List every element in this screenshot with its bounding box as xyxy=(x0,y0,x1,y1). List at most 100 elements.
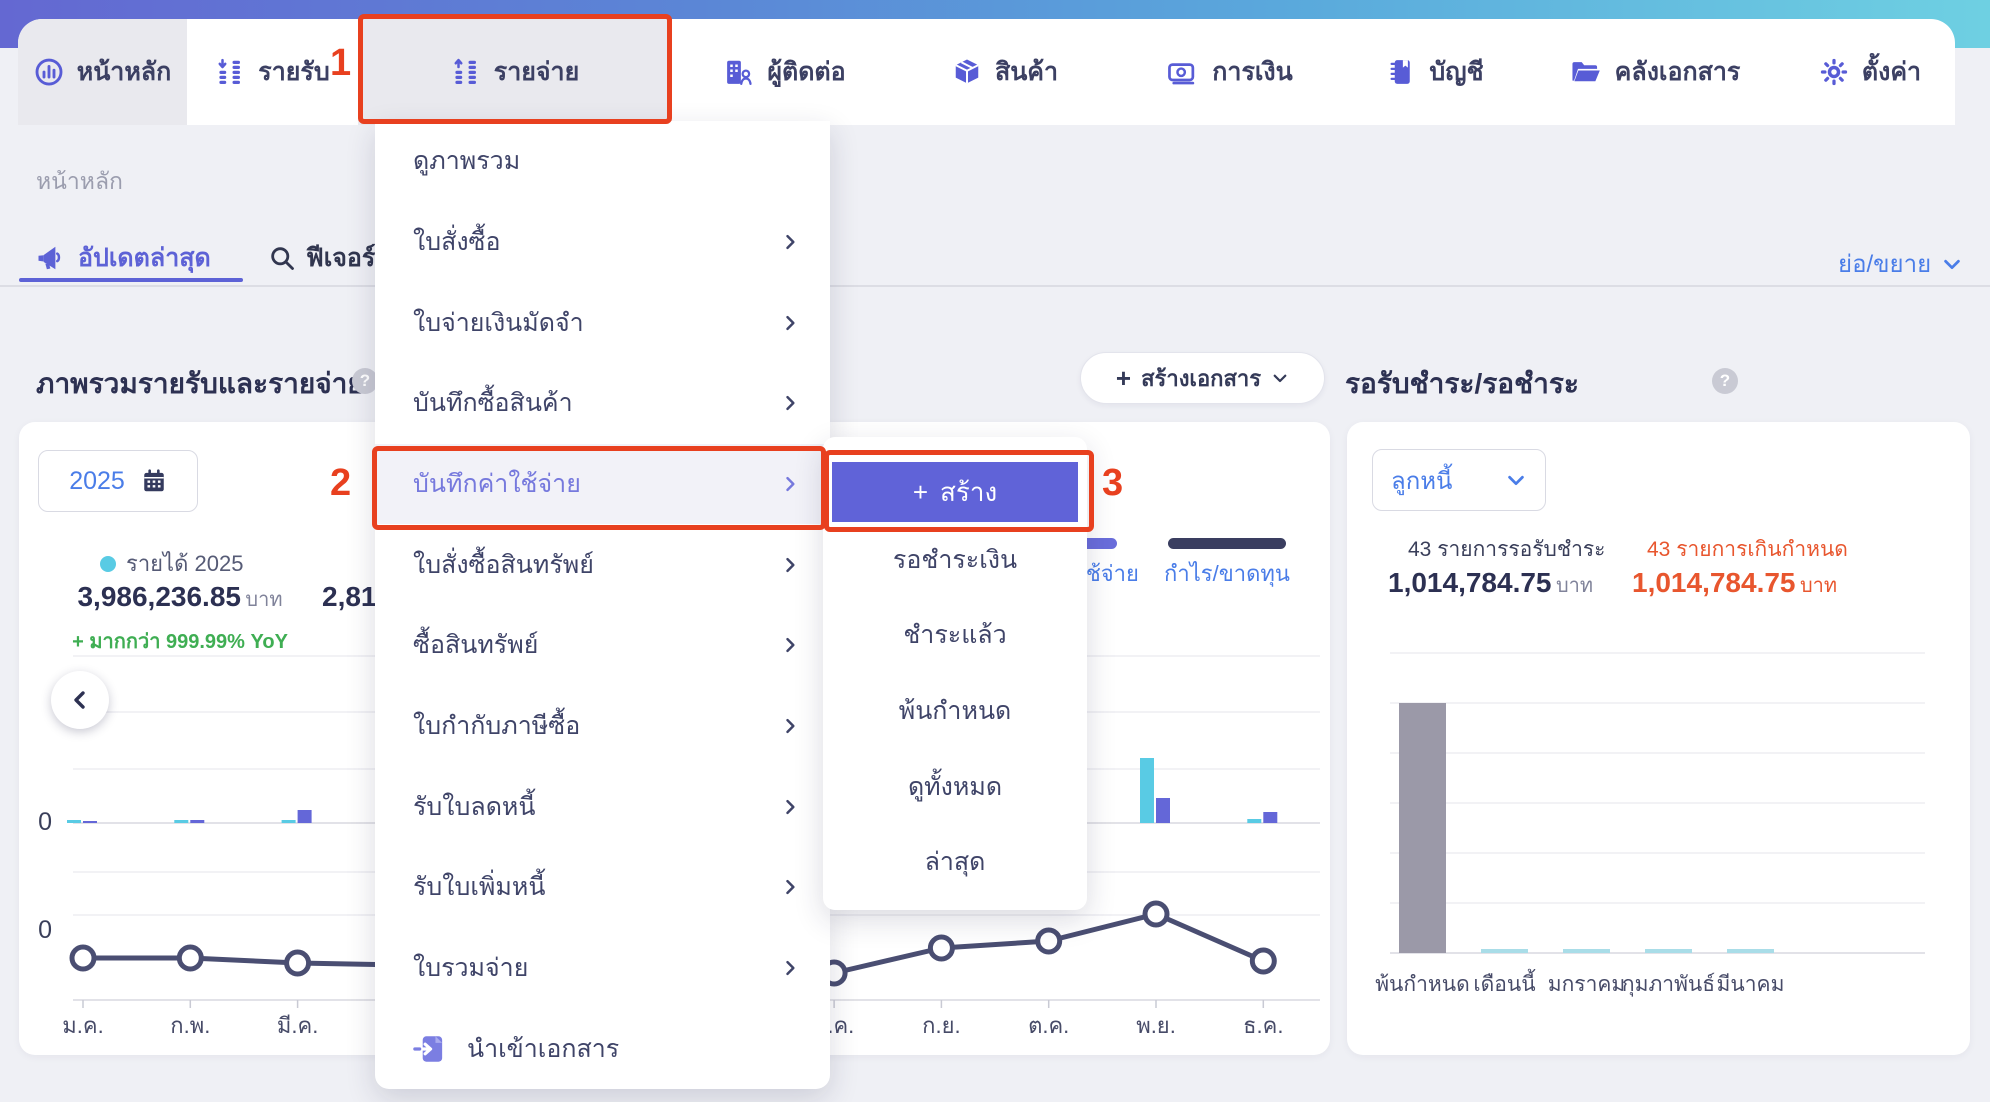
menu-item-label: ใบสั่งซื้อสินทรัพย์ xyxy=(413,550,594,579)
income-total: 3,986,236.85 บาท xyxy=(77,581,283,612)
tab-latest-updates[interactable]: อัปเดตล่าสุด xyxy=(36,238,211,278)
nav-tab-label: สินค้า xyxy=(994,58,1059,86)
chevron-left-icon xyxy=(68,688,92,712)
chevron-right-icon xyxy=(780,958,800,978)
menu-item-label: ใบกำกับภาษีซื้อ xyxy=(413,712,581,741)
chevron-right-icon xyxy=(780,313,800,333)
menu-item-label: ใบสั่งซื้อ xyxy=(413,228,501,256)
menu-item-label: บันทึกค่าใช้จ่าย xyxy=(413,470,581,499)
import-icon xyxy=(413,1033,447,1065)
overdue-count-label: 43 รายการเกินกำหนด xyxy=(1647,538,1848,561)
annotation-number-step3: 3 xyxy=(1102,462,1124,504)
legend-toggle-profit[interactable]: กำไร/ขาดทุน xyxy=(1162,538,1292,591)
plus-icon: + xyxy=(1115,363,1132,393)
contacts-icon xyxy=(724,57,754,87)
receivables-help-icon[interactable]: ? xyxy=(1712,368,1738,394)
submenu-create-button[interactable]: + สร้าง xyxy=(832,462,1078,522)
menu-item-label: บันทึกซื้อสินค้า xyxy=(413,389,573,418)
nav-tab-6[interactable]: บัญชี xyxy=(1360,19,1510,125)
nav-tab-label: หน้าหลัก xyxy=(76,58,172,86)
annotation-number-step1: 1 xyxy=(330,42,352,84)
menu-item-label: รับใบเพิ่มหนี้ xyxy=(413,873,546,902)
chevron-right-icon xyxy=(780,635,800,655)
debtor-filter-select[interactable]: ลูกหนี้ xyxy=(1372,449,1546,511)
ledger-icon xyxy=(1386,57,1416,87)
income-icon xyxy=(215,57,245,87)
submenu-item-1[interactable]: ชำระแล้ว xyxy=(832,598,1078,674)
dashboard-icon xyxy=(34,57,64,87)
submenu-item-2[interactable]: พ้นกำหนด xyxy=(832,673,1078,749)
pending-count-label: 43 รายการรอรับชำระ xyxy=(1408,538,1606,561)
month-label-0: ม.ค. xyxy=(62,1013,104,1038)
month-label-9: ต.ค. xyxy=(1028,1013,1070,1038)
receivables-chart xyxy=(1390,652,1925,954)
chevron-right-icon xyxy=(780,474,800,494)
receivables-cat-label-4: มีนาคม xyxy=(1716,973,1785,996)
submenu-item-4[interactable]: ล่าสุด xyxy=(832,824,1078,900)
menu-item-11[interactable]: นำเข้าเอกสาร xyxy=(375,1008,830,1089)
menu-item-label: รับใบลดหนี้ xyxy=(413,792,536,821)
income-dot-icon xyxy=(100,555,116,572)
folder-icon xyxy=(1570,57,1602,87)
menu-item-3[interactable]: บันทึกซื้อสินค้า xyxy=(375,363,830,444)
submenu-item-0[interactable]: รอชำระเงิน xyxy=(832,522,1078,598)
menu-item-6[interactable]: ซื้อสินทรัพย์ xyxy=(375,605,830,686)
menu-item-5[interactable]: ใบสั่งซื้อสินทรัพย์ xyxy=(375,524,830,605)
chevron-right-icon xyxy=(780,393,800,413)
nav-tab-5[interactable]: การเงิน xyxy=(1150,19,1310,125)
collapse-expand-toggle[interactable]: ย่อ/ขยาย xyxy=(1838,244,1963,283)
menu-item-9[interactable]: รับใบเพิ่มหนี้ xyxy=(375,847,830,928)
expense-record-submenu: + สร้าง รอชำระเงิน ชำระแล้ว พ้นกำหนด ดูทั้ง… xyxy=(823,437,1087,910)
finance-icon xyxy=(1167,57,1199,87)
nav-tab-label: รายจ่าย xyxy=(493,58,580,86)
main-navbar: หน้าหลัก รายรับ รายจ่าย ผู้ติดต่อ สินค้า การเ… xyxy=(18,19,1955,125)
expense-icon xyxy=(451,57,481,87)
menu-item-10[interactable]: ใบรวมจ่าย xyxy=(375,928,830,1009)
month-label-1: ก.พ. xyxy=(170,1013,211,1038)
nav-tab-3[interactable]: ผู้ติดต่อ xyxy=(690,19,880,125)
nav-tab-label: บัญชี xyxy=(1429,58,1484,86)
gear-icon xyxy=(1819,57,1849,87)
receivables-section-title: รอรับชำระ/รอชำระ xyxy=(1345,368,1579,399)
nav-tab-7[interactable]: คลังเอกสาร xyxy=(1540,19,1770,125)
year-select[interactable]: 2025 xyxy=(38,450,198,512)
menu-item-4[interactable]: บันทึกค่าใช้จ่าย xyxy=(375,443,830,525)
menu-item-8[interactable]: รับใบลดหนี้ xyxy=(375,766,830,847)
submenu-item-3[interactable]: ดูทั้งหมด xyxy=(832,749,1078,825)
breadcrumb: หน้าหลัก xyxy=(36,168,123,194)
nav-tab-4[interactable]: สินค้า xyxy=(930,19,1080,125)
chevron-down-icon xyxy=(1941,253,1963,275)
menu-item-0[interactable]: ดูภาพรวม xyxy=(375,121,830,202)
menu-item-7[interactable]: ใบกำกับภาษีซื้อ xyxy=(375,686,830,767)
chevron-right-icon xyxy=(780,232,800,252)
active-tab-underline xyxy=(19,278,243,282)
plus-icon: + xyxy=(912,476,929,507)
create-document-button[interactable]: + สร้างเอกสาร xyxy=(1080,352,1325,404)
nav-tab-0[interactable]: หน้าหลัก xyxy=(18,19,187,125)
calendar-icon xyxy=(141,468,167,494)
menu-item-1[interactable]: ใบสั่งซื้อ xyxy=(375,202,830,283)
chevron-down-dark-icon xyxy=(1271,369,1289,387)
chevron-right-icon xyxy=(780,716,800,736)
chevron-right-icon xyxy=(780,797,800,817)
tab-feature-search[interactable]: ฟีเจอร์ใ xyxy=(268,238,388,278)
menu-item-label: นำเข้าเอกสาร xyxy=(467,1034,620,1063)
chevron-right-icon xyxy=(780,555,800,575)
menu-item-label: ใบรวมจ่าย xyxy=(413,954,529,983)
overview-section-title: ภาพรวมรายรับและรายจ่าย xyxy=(36,368,364,399)
expense-total: 2,81 xyxy=(322,581,377,612)
month-label-2: มี.ค. xyxy=(276,1013,319,1038)
annotation-number-step2: 2 xyxy=(330,462,352,504)
month-label-11: ธ.ค. xyxy=(1243,1013,1284,1038)
menu-item-label: ซื้อสินทรัพย์ xyxy=(413,631,539,660)
app-root: หน้าหลัก รายรับ รายจ่าย ผู้ติดต่อ สินค้า การเ… xyxy=(0,0,1990,1102)
chevron-down-icon xyxy=(1505,469,1527,491)
nav-tab-label: การเงิน xyxy=(1212,58,1293,86)
search-icon xyxy=(268,244,296,272)
nav-tab-2[interactable]: รายจ่าย xyxy=(358,19,672,125)
income-legend: รายได้ 2025 xyxy=(100,546,243,581)
carousel-prev-button[interactable] xyxy=(51,671,109,729)
chevron-right-icon xyxy=(780,877,800,897)
menu-item-2[interactable]: ใบจ่ายเงินมัดจำ xyxy=(375,282,830,363)
nav-tab-8[interactable]: ตั้งค่า xyxy=(1800,19,1940,125)
